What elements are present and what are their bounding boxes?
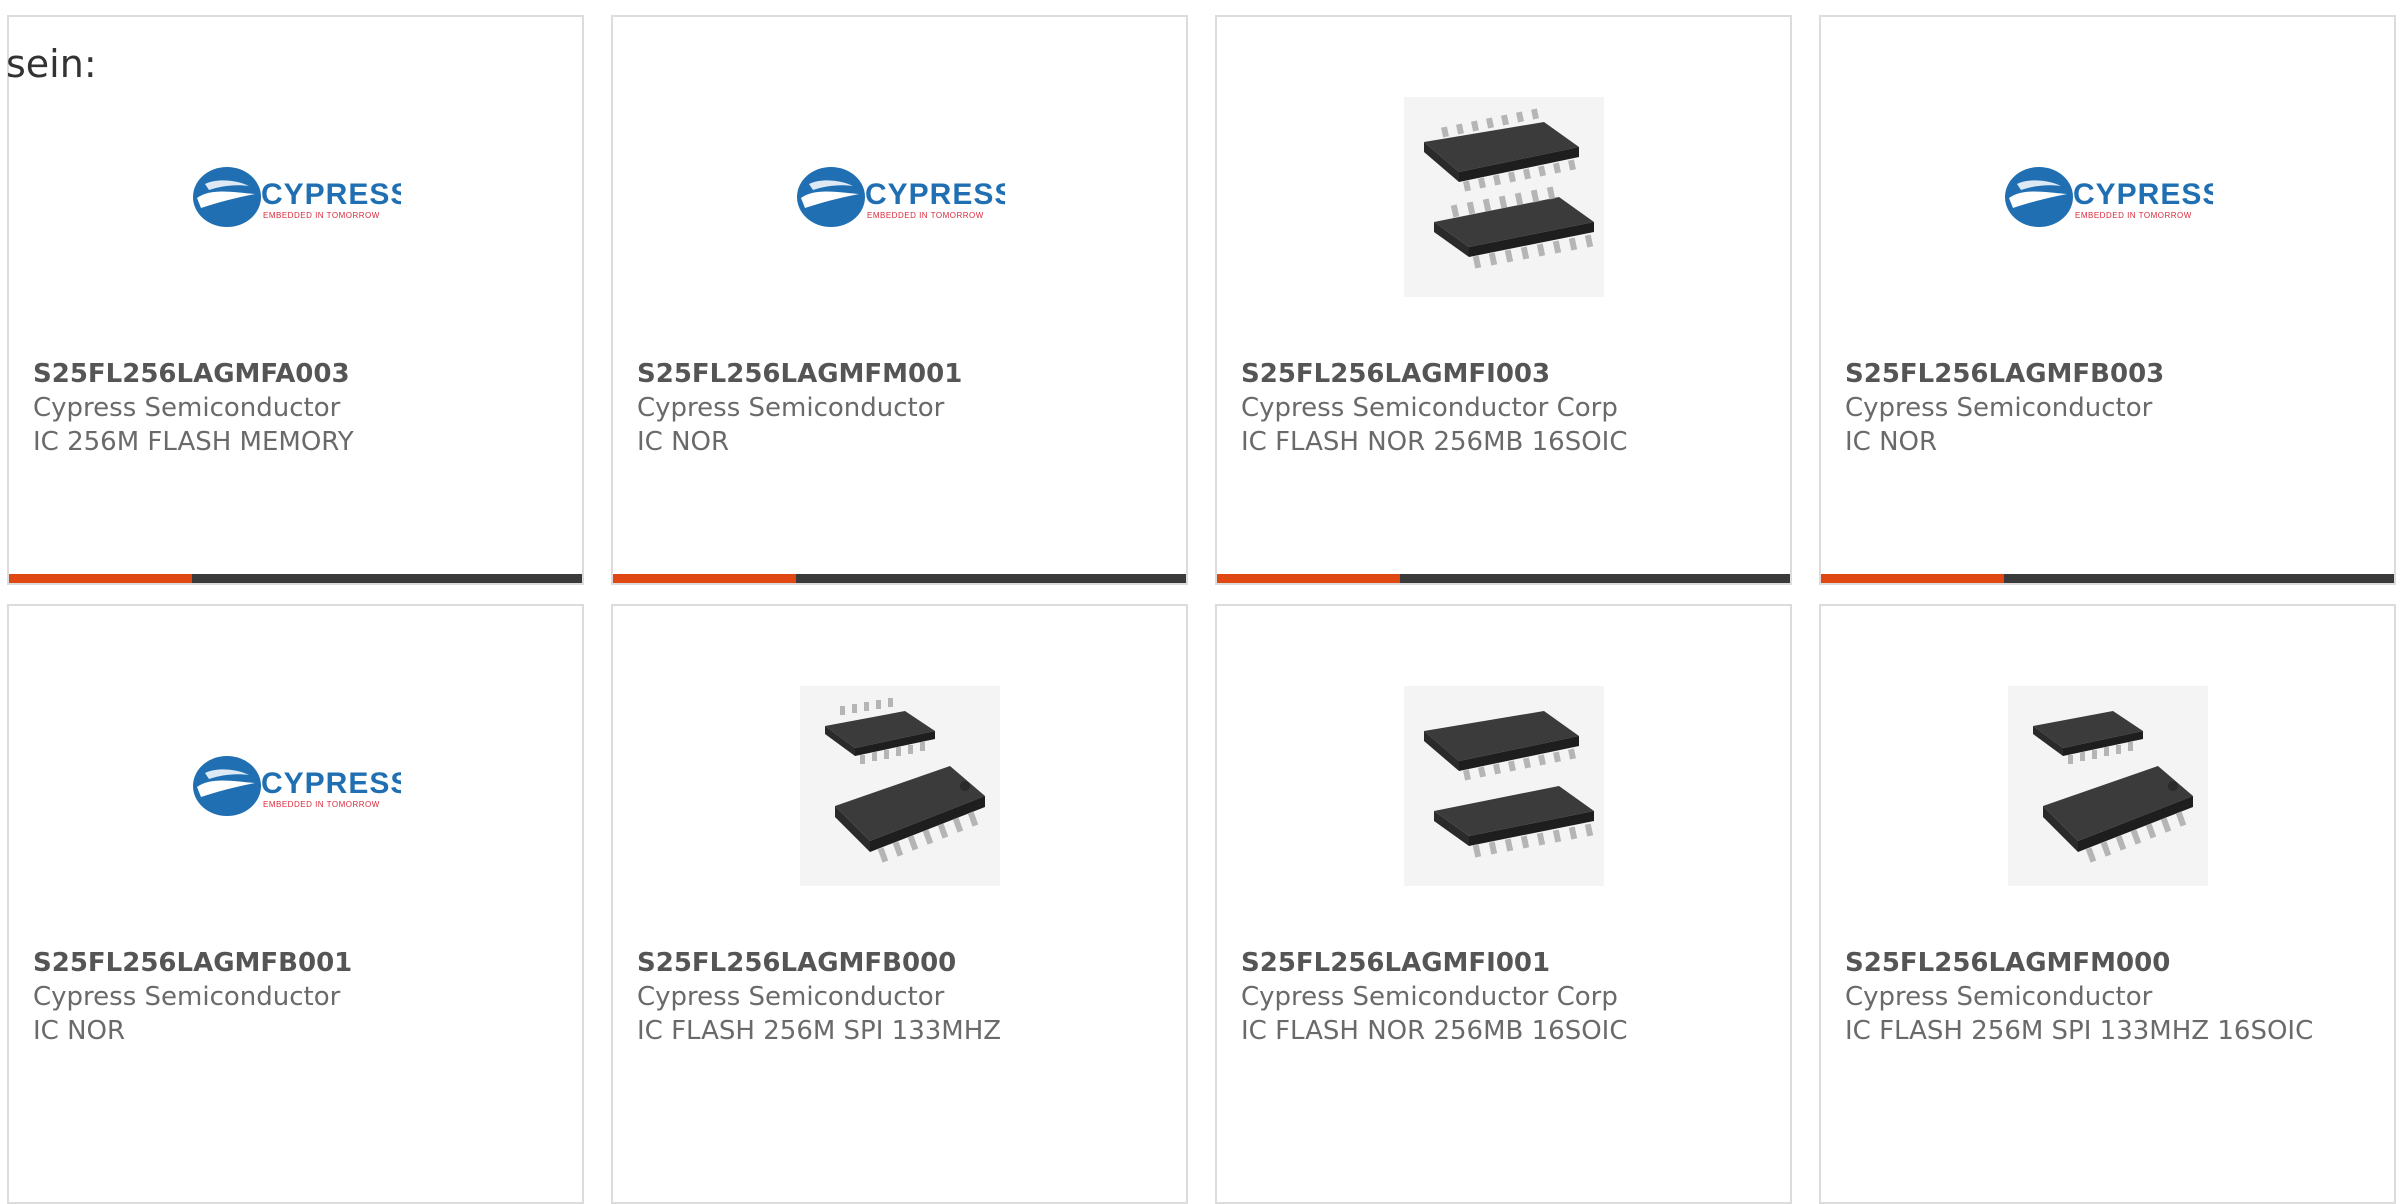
svg-text:EMBEDDED IN TOMORROW: EMBEDDED IN TOMORROW bbox=[263, 211, 380, 220]
product-info: S25FL256LAGMFB001 Cypress Semiconductor … bbox=[33, 946, 562, 1048]
cypress-logo-icon: CYPRESS EMBEDDED IN TOMORROW bbox=[192, 756, 401, 816]
cypress-logo-icon: CYPRESS EMBEDDED IN TOMORROW bbox=[192, 167, 401, 227]
part-number[interactable]: S25FL256LAGMFI003 bbox=[1241, 357, 1770, 391]
product-image[interactable] bbox=[1217, 77, 1790, 317]
description: IC NOR bbox=[637, 427, 730, 457]
manufacturer: Cypress Semiconductor Corp bbox=[1241, 393, 1618, 423]
description: IC FLASH 256M SPI 133MHZ 16SOIC bbox=[1845, 1016, 2314, 1046]
manufacturer: Cypress Semiconductor bbox=[637, 393, 945, 423]
product-info: S25FL256LAGMFM001 Cypress Semiconductor … bbox=[637, 357, 1166, 459]
manufacturer: Cypress Semiconductor bbox=[1845, 393, 2153, 423]
product-image[interactable]: CYPRESS EMBEDDED IN TOMORROW bbox=[1821, 77, 2394, 317]
manufacturer: Cypress Semiconductor bbox=[33, 982, 341, 1012]
product-info: S25FL256LAGMFI001 Cypress Semiconductor … bbox=[1241, 946, 1770, 1048]
intro-text: sein: bbox=[6, 42, 97, 86]
description: IC FLASH NOR 256MB 16SOIC bbox=[1241, 427, 1628, 457]
product-image[interactable]: CYPRESS EMBEDDED IN TOMORROW bbox=[9, 666, 582, 906]
card-bar bbox=[9, 574, 582, 583]
part-number[interactable]: S25FL256LAGMFB003 bbox=[1845, 357, 2374, 391]
cypress-logo-icon: CYPRESS EMBEDDED IN TOMORROW bbox=[796, 167, 1005, 227]
product-info: S25FL256LAGMFB000 Cypress Semiconductor … bbox=[637, 946, 1166, 1048]
cypress-logo-icon: CYPRESS EMBEDDED IN TOMORROW bbox=[2004, 167, 2213, 227]
card-bar bbox=[1217, 574, 1790, 583]
manufacturer: Cypress Semiconductor Corp bbox=[1241, 982, 1618, 1012]
soic-chip-icon bbox=[799, 686, 1000, 886]
card-bar bbox=[1821, 574, 2394, 583]
part-number[interactable]: S25FL256LAGMFB001 bbox=[33, 946, 562, 980]
card-bar-accent bbox=[613, 574, 796, 583]
manufacturer: Cypress Semiconductor bbox=[33, 393, 341, 423]
svg-text:EMBEDDED IN TOMORROW: EMBEDDED IN TOMORROW bbox=[867, 211, 984, 220]
svg-text:EMBEDDED IN TOMORROW: EMBEDDED IN TOMORROW bbox=[2075, 211, 2192, 220]
part-number[interactable]: S25FL256LAGMFB000 bbox=[637, 946, 1166, 980]
product-image[interactable] bbox=[1217, 666, 1790, 906]
part-number[interactable]: S25FL256LAGMFM000 bbox=[1845, 946, 2374, 980]
product-card[interactable]: S25FL256LAGMFI001 Cypress Semiconductor … bbox=[1215, 604, 1792, 1204]
description: IC NOR bbox=[33, 1016, 126, 1046]
product-info: S25FL256LAGMFI003 Cypress Semiconductor … bbox=[1241, 357, 1770, 459]
soic-chip-icon bbox=[2007, 686, 2208, 886]
description: IC FLASH NOR 256MB 16SOIC bbox=[1241, 1016, 1628, 1046]
card-bar bbox=[613, 574, 1186, 583]
svg-text:CYPRESS: CYPRESS bbox=[261, 178, 401, 211]
card-bar-accent bbox=[1217, 574, 1400, 583]
part-number[interactable]: S25FL256LAGMFA003 bbox=[33, 357, 562, 391]
svg-text:CYPRESS: CYPRESS bbox=[865, 178, 1005, 211]
soic-chip-icon bbox=[1403, 686, 1604, 886]
product-card[interactable]: S25FL256LAGMFB000 Cypress Semiconductor … bbox=[611, 604, 1188, 1204]
description: IC 256M FLASH MEMORY bbox=[33, 427, 354, 457]
description: IC NOR bbox=[1845, 427, 1938, 457]
svg-text:CYPRESS: CYPRESS bbox=[2073, 178, 2213, 211]
product-card[interactable]: CYPRESS EMBEDDED IN TOMORROW S25FL256LAG… bbox=[7, 15, 584, 585]
product-info: S25FL256LAGMFM000 Cypress Semiconductor … bbox=[1845, 946, 2374, 1048]
product-image[interactable]: CYPRESS EMBEDDED IN TOMORROW bbox=[9, 77, 582, 317]
svg-text:CYPRESS: CYPRESS bbox=[261, 767, 401, 800]
product-card[interactable]: CYPRESS EMBEDDED IN TOMORROW S25FL256LAG… bbox=[7, 604, 584, 1204]
soic-chip-icon bbox=[1403, 97, 1604, 297]
part-number[interactable]: S25FL256LAGMFM001 bbox=[637, 357, 1166, 391]
manufacturer: Cypress Semiconductor bbox=[637, 982, 945, 1012]
product-card[interactable]: CYPRESS EMBEDDED IN TOMORROW S25FL256LAG… bbox=[611, 15, 1188, 585]
card-bar-accent bbox=[9, 574, 192, 583]
svg-text:EMBEDDED IN TOMORROW: EMBEDDED IN TOMORROW bbox=[263, 800, 380, 809]
product-image[interactable] bbox=[613, 666, 1186, 906]
card-bar-accent bbox=[1821, 574, 2004, 583]
description: IC FLASH 256M SPI 133MHZ bbox=[637, 1016, 1002, 1046]
part-number[interactable]: S25FL256LAGMFI001 bbox=[1241, 946, 1770, 980]
product-info: S25FL256LAGMFA003 Cypress Semiconductor … bbox=[33, 357, 562, 459]
product-card[interactable]: S25FL256LAGMFM000 Cypress Semiconductor … bbox=[1819, 604, 2396, 1204]
product-info: S25FL256LAGMFB003 Cypress Semiconductor … bbox=[1845, 357, 2374, 459]
product-grid: CYPRESS EMBEDDED IN TOMORROW S25FL256LAG… bbox=[0, 0, 2400, 1204]
manufacturer: Cypress Semiconductor bbox=[1845, 982, 2153, 1012]
product-card[interactable]: CYPRESS EMBEDDED IN TOMORROW S25FL256LAG… bbox=[1819, 15, 2396, 585]
product-image[interactable] bbox=[1821, 666, 2394, 906]
product-image[interactable]: CYPRESS EMBEDDED IN TOMORROW bbox=[613, 77, 1186, 317]
product-card[interactable]: S25FL256LAGMFI003 Cypress Semiconductor … bbox=[1215, 15, 1792, 585]
